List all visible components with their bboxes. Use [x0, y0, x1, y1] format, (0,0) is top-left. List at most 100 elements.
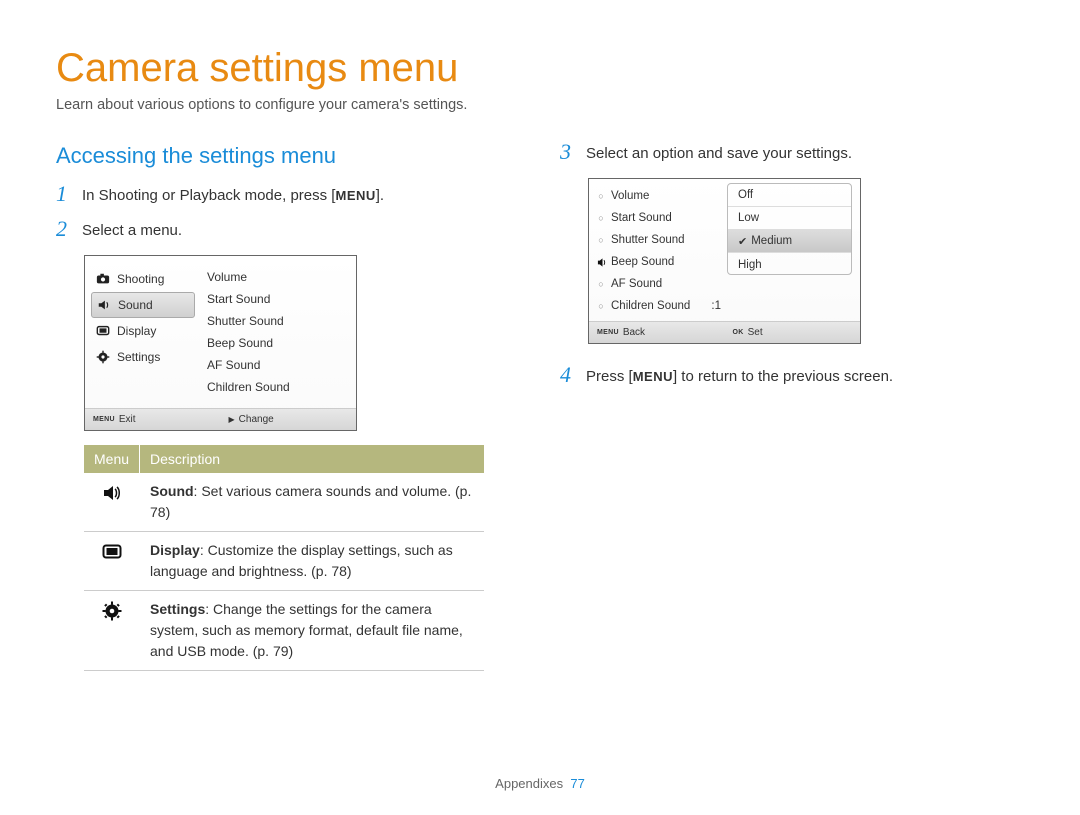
row-description: Sound: Set various camera sounds and vol…	[140, 473, 484, 531]
footer-right: ▶ Change	[221, 414, 357, 425]
bullet-icon: ○	[597, 301, 605, 311]
bullet-icon: ○	[597, 213, 605, 223]
step-1: 1 In Shooting or Playback mode, press [M…	[56, 185, 516, 206]
step-number: 4	[560, 364, 586, 386]
section-title: Accessing the settings menu	[56, 143, 516, 169]
table-header: Menu Description	[84, 445, 484, 473]
screenshot-menu: Shooting Sound Display	[84, 255, 357, 431]
speaker-icon	[597, 257, 605, 268]
menu-description-table: Menu Description Sound: Set various came…	[84, 445, 484, 671]
camera-icon	[95, 271, 111, 287]
menu-options-list: Volume Start Sound Shutter Sound Beep So…	[195, 256, 296, 408]
menu-button-label: MENU	[335, 188, 375, 203]
screenshot-options: ○ Volume ○ Start Sound ○ Shutter Sound Beep…	[588, 178, 861, 344]
opt-children-sound: ○Children Sound:1	[597, 295, 727, 317]
option-start-sound: Start Sound	[207, 288, 290, 310]
menu-item-shooting: Shooting	[95, 266, 195, 292]
value-off: Off	[728, 184, 851, 207]
gear-icon	[95, 349, 111, 365]
bullet-icon: ○	[597, 191, 605, 201]
row-title: Settings	[150, 601, 205, 617]
footer-left: MENU Back	[589, 327, 725, 338]
menu-button-label: MENU	[633, 369, 673, 384]
value-medium: ✔ Medium	[728, 230, 851, 253]
step-2: 2 Select a menu.	[56, 220, 516, 241]
step-3: 3 Select an option and save your setting…	[560, 143, 1020, 164]
menu-tag: MENU	[597, 329, 619, 336]
step-4-pre: Press [	[586, 368, 633, 385]
row-text: : Set various camera sounds and volume. …	[150, 483, 471, 520]
value-low: Low	[728, 207, 851, 230]
footer-left: MENU Exit	[85, 414, 221, 425]
page-subtitle: Learn about various options to configure…	[56, 97, 1024, 113]
row-title: Display	[150, 542, 200, 558]
screenshot-body: Shooting Sound Display	[85, 256, 356, 408]
screenshot-footer: MENU Back OK Set	[589, 321, 860, 343]
step-4-post: ] to return to the previous screen.	[673, 368, 893, 385]
options-left: ○ Volume ○ Start Sound ○ Shutter Sound Beep…	[597, 185, 727, 317]
menu-item-display: Display	[95, 318, 195, 344]
right-column: 3 Select an option and save your setting…	[560, 143, 1020, 671]
step-number: 3	[560, 141, 586, 163]
menu-label: Settings	[117, 350, 160, 364]
menu-categories: Shooting Sound Display	[85, 256, 195, 408]
opt-shutter-sound: ○ Shutter Sound	[597, 229, 727, 251]
menu-tag: MENU	[93, 416, 115, 423]
option-af-sound: AF Sound	[207, 354, 290, 376]
row-description: Settings: Change the settings for the ca…	[140, 591, 484, 670]
row-icon-cell	[84, 532, 140, 590]
step-1-pre: In Shooting or Playback mode, press [	[82, 187, 335, 204]
row-title: Sound	[150, 483, 194, 499]
change-label: Change	[239, 414, 274, 425]
opt-beep-sound: Beep Sound	[597, 251, 727, 273]
check-icon: ✔	[738, 235, 747, 248]
step-text: In Shooting or Playback mode, press [MEN…	[82, 185, 384, 206]
step-4: 4 Press [MENU] to return to the previous…	[560, 366, 1020, 387]
step-number: 1	[56, 183, 82, 205]
menu-label: Sound	[118, 298, 153, 312]
page-title: Camera settings menu	[56, 46, 1024, 91]
display-icon	[95, 323, 111, 339]
header-menu: Menu	[84, 445, 140, 473]
opt-label: Shutter Sound	[611, 234, 685, 246]
opt-label: Start Sound	[611, 212, 672, 224]
opt-af-sound: ○ AF Sound	[597, 273, 727, 295]
step-text: Select a menu.	[82, 220, 182, 241]
exit-label: Exit	[119, 414, 136, 425]
menu-item-settings: Settings	[95, 344, 195, 370]
screenshot-body: ○ Volume ○ Start Sound ○ Shutter Sound Beep…	[589, 179, 860, 321]
step-number: 2	[56, 218, 82, 240]
page-footer: Appendixes 77	[0, 776, 1080, 791]
speaker-icon	[96, 297, 112, 313]
step-text: Press [MENU] to return to the previous s…	[586, 366, 893, 387]
value-label: Medium	[751, 235, 792, 247]
page-number: 77	[570, 776, 584, 791]
step-1-post: ].	[376, 187, 384, 204]
options-values: Off Low ✔ Medium High	[727, 183, 852, 275]
page: Camera settings menu Learn about various…	[0, 0, 1080, 815]
table-row: Sound: Set various camera sounds and vol…	[84, 473, 484, 532]
option-children-sound: Children Sound	[207, 376, 290, 398]
arrow-right-icon: ▶	[229, 415, 235, 424]
set-label: Set	[748, 327, 763, 338]
opt-start-sound: ○ Start Sound	[597, 207, 727, 229]
bullet-icon: ○	[597, 279, 605, 289]
screenshot-footer: MENU Exit ▶ Change	[85, 408, 356, 430]
step-text: Select an option and save your settings.	[586, 143, 852, 164]
bullet-icon: ○	[597, 235, 605, 245]
columns: Accessing the settings menu 1 In Shootin…	[56, 143, 1024, 671]
gear-icon	[102, 601, 122, 621]
display-icon	[102, 542, 122, 562]
value-high: High	[728, 253, 851, 275]
back-label: Back	[623, 327, 645, 338]
opt-label: Children Sound	[611, 300, 690, 312]
opt-label: Volume	[611, 190, 649, 202]
row-icon-cell	[84, 591, 140, 670]
footer-right: OK Set	[725, 327, 861, 338]
opt-label: AF Sound	[611, 278, 662, 290]
opt-volume: ○ Volume	[597, 185, 727, 207]
footer-section: Appendixes	[495, 776, 563, 791]
option-shutter-sound: Shutter Sound	[207, 310, 290, 332]
option-volume: Volume	[207, 266, 290, 288]
table-row: Settings: Change the settings for the ca…	[84, 591, 484, 671]
